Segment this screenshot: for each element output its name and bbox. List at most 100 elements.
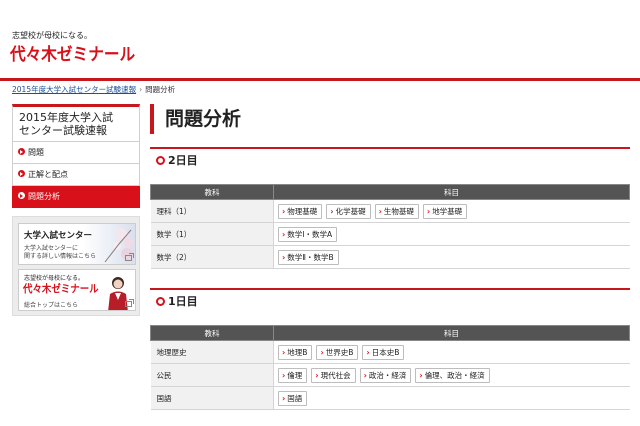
subject-label: 日本史B bbox=[371, 347, 400, 357]
table-row: 理科（1） › 物理基礎 › 化学基礎 › 生物基礎 › 地学基礎 bbox=[150, 199, 630, 223]
category-cell: 理科（1） bbox=[150, 199, 274, 223]
section-heading-day2: 2日目 bbox=[150, 147, 630, 173]
subject-link[interactable]: › 倫理、政治・経済 bbox=[415, 367, 490, 383]
sidebar-item-problems[interactable]: 問題 bbox=[12, 142, 140, 164]
subjects-cell: › 数学Ⅰ・数学A bbox=[273, 222, 630, 246]
category-cell: 数学（2） bbox=[150, 245, 274, 269]
subjects-cell: › 数学Ⅱ・数学B bbox=[273, 245, 630, 269]
subject-label: 生物基礎 bbox=[383, 206, 414, 216]
chevron-right-icon: › bbox=[320, 347, 324, 357]
chevron-right-icon: › bbox=[366, 347, 370, 357]
sidebar-item-answers[interactable]: 正解と配点 bbox=[12, 164, 140, 186]
column-header-category: 教科 bbox=[150, 325, 274, 341]
subjects-table-day2: 教科 科目 理科（1） › 物理基礎 › 化学基礎 › 生物基礎 › 地学基礎 数学（1） ›… bbox=[150, 184, 630, 269]
subject-label: 地学基礎 bbox=[432, 206, 463, 216]
chevron-right-icon: › bbox=[282, 370, 286, 380]
arrow-circle-icon bbox=[18, 170, 25, 177]
sidebar-title-line2: センター試験速報 bbox=[19, 124, 107, 137]
subject-link[interactable]: › 国語 bbox=[278, 390, 308, 406]
subjects-cell: › 国語 bbox=[273, 386, 630, 410]
breadcrumb-current: 問題分析 bbox=[145, 85, 176, 94]
subject-link[interactable]: › 物理基礎 bbox=[278, 203, 323, 219]
subject-link[interactable]: › 倫理 bbox=[278, 367, 308, 383]
table-row: 数学（1） › 数学Ⅰ・数学A bbox=[150, 222, 630, 246]
section-heading-label: 1日目 bbox=[168, 295, 198, 308]
subject-label: 化学基礎 bbox=[335, 206, 366, 216]
subjects-cell: › 倫理 › 現代社会 › 政治・経済 › 倫理、政治・経済 bbox=[273, 363, 630, 387]
table-row: 地理歴史 › 地理B › 世界史B › 日本史B bbox=[150, 340, 630, 364]
sidebar-menu: 問題 正解と配点 問題分析 bbox=[12, 142, 140, 208]
table-row: 公民 › 倫理 › 現代社会 › 政治・経済 › 倫理、政治・経済 bbox=[150, 363, 630, 387]
chevron-right-icon: › bbox=[282, 347, 286, 357]
subject-link[interactable]: › 化学基礎 bbox=[326, 203, 371, 219]
chevron-right-icon: › bbox=[363, 370, 367, 380]
site-logo[interactable]: 代々木ゼミナール bbox=[10, 40, 135, 65]
subject-label: 国語 bbox=[287, 393, 303, 403]
subject-link[interactable]: › 世界史B bbox=[316, 344, 359, 360]
breadcrumb: 2015年度大学入試センター試験速報 › 問題分析 bbox=[12, 84, 175, 95]
subjects-cell: › 地理B › 世界史B › 日本史B bbox=[273, 340, 630, 364]
sidebar-item-label: 正解と配点 bbox=[28, 170, 68, 179]
sidebar-item-analysis[interactable]: 問題分析 bbox=[12, 186, 140, 208]
subject-link[interactable]: › 生物基礎 bbox=[374, 203, 419, 219]
category-cell: 公民 bbox=[150, 363, 274, 387]
subject-label: 地理B bbox=[287, 347, 308, 357]
subject-label: 数学Ⅱ・数学B bbox=[287, 252, 334, 262]
section-heading-day1: 1日目 bbox=[150, 288, 630, 314]
subject-link[interactable]: › 政治・経済 bbox=[359, 367, 412, 383]
sidebar-item-label: 問題分析 bbox=[28, 192, 60, 201]
subject-label: 物理基礎 bbox=[287, 206, 318, 216]
table-row: 国語 › 国語 bbox=[150, 386, 630, 410]
chevron-right-icon: › bbox=[426, 206, 431, 216]
subject-label: 倫理、政治・経済 bbox=[424, 370, 485, 380]
subject-label: 現代社会 bbox=[320, 370, 351, 380]
category-cell: 地理歴史 bbox=[150, 340, 274, 364]
external-link-icon bbox=[125, 253, 134, 261]
chevron-right-icon: › bbox=[282, 206, 286, 216]
subjects-table-day1: 教科 科目 地理歴史 › 地理B › 世界史B › 日本史B 公民 › 倫理 › 現代社会 › 政治… bbox=[150, 325, 630, 410]
page-title: 問題分析 bbox=[150, 104, 241, 134]
header-divider bbox=[0, 78, 640, 81]
chevron-right-icon: › bbox=[282, 252, 286, 262]
site-header: 志望校が母校になる。 代々木ゼミナール bbox=[0, 0, 640, 81]
banner-text: 関する詳しい情報はこちら bbox=[24, 253, 97, 260]
subject-link[interactable]: › 数学Ⅰ・数学A bbox=[278, 226, 338, 242]
chevron-right-icon: › bbox=[330, 206, 334, 216]
sidebar-title-line1: 2015年度大学入試 bbox=[19, 111, 113, 124]
subject-link[interactable]: › 地理B bbox=[278, 344, 313, 360]
subject-link[interactable]: › 数学Ⅱ・数学B bbox=[278, 249, 339, 265]
table-row: 数学（2） › 数学Ⅱ・数学B bbox=[150, 245, 630, 269]
yozemi-top-banner[interactable]: 志望校が母校になる。 代々木ゼミナール 総合トップはこちら bbox=[18, 269, 136, 311]
sidebar-item-label: 問題 bbox=[28, 148, 44, 157]
chevron-right-icon: › bbox=[282, 229, 286, 239]
breadcrumb-link-home[interactable]: 2015年度大学入試センター試験速報 bbox=[12, 85, 136, 94]
chevron-right-icon: › bbox=[315, 370, 319, 380]
banner-text: 総合トップはこちら bbox=[24, 302, 79, 309]
external-link-icon bbox=[125, 299, 134, 307]
chevron-right-icon: › bbox=[282, 393, 286, 403]
sidebar-title: 2015年度大学入試 センター試験速報 bbox=[12, 104, 140, 142]
banner-logo: 代々木ゼミナール bbox=[23, 283, 99, 295]
arrow-circle-icon bbox=[18, 148, 25, 155]
banner-title: 大学入試センター bbox=[24, 231, 93, 241]
breadcrumb-separator-icon: › bbox=[139, 85, 143, 94]
table-header-row: 教科 科目 bbox=[150, 325, 630, 341]
arrow-circle-icon bbox=[18, 192, 25, 199]
subject-label: 数学Ⅰ・数学A bbox=[287, 229, 333, 239]
category-cell: 数学（1） bbox=[150, 222, 274, 246]
table-header-row: 教科 科目 bbox=[150, 184, 630, 200]
section-heading-label: 2日目 bbox=[168, 154, 198, 167]
center-exam-banner[interactable]: 大学入試センター 大学入試センターに 関する詳しい情報はこちら bbox=[18, 223, 136, 265]
subject-label: 世界史B bbox=[325, 347, 354, 357]
subject-link[interactable]: › 現代社会 bbox=[311, 367, 356, 383]
subject-label: 倫理 bbox=[287, 370, 303, 380]
subject-link[interactable]: › 地学基礎 bbox=[422, 203, 468, 219]
subject-link[interactable]: › 日本史B bbox=[362, 344, 405, 360]
category-cell: 国語 bbox=[150, 386, 274, 410]
column-header-subjects: 科目 bbox=[273, 184, 630, 200]
ring-icon bbox=[156, 297, 165, 306]
column-header-category: 教科 bbox=[150, 184, 274, 200]
subject-label: 政治・経済 bbox=[368, 370, 407, 380]
banner-area: 大学入試センター 大学入試センターに 関する詳しい情報はこちら 志望校が母校にな… bbox=[12, 216, 140, 316]
chevron-right-icon: › bbox=[419, 370, 423, 380]
